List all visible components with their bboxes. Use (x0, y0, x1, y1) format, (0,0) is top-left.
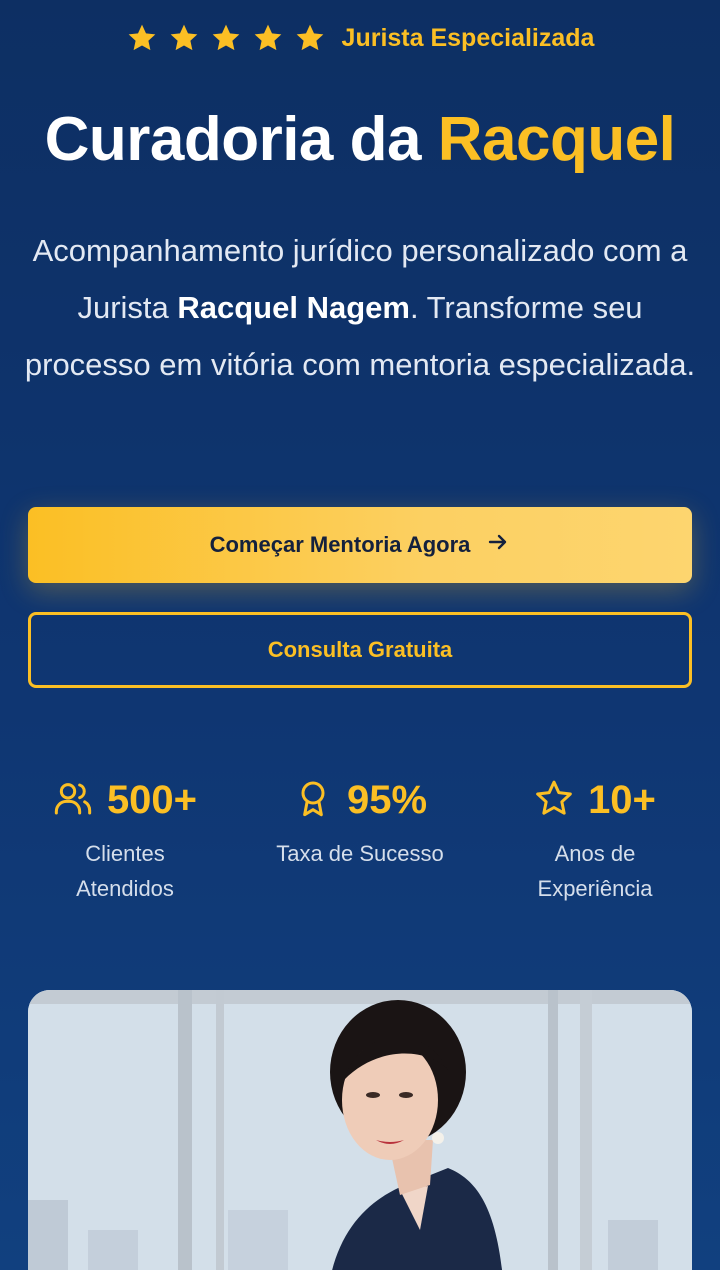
arrow-right-icon (486, 530, 510, 560)
star-icon (294, 22, 326, 54)
title-highlight: Racquel (437, 105, 676, 174)
free-consultation-label: Consulta Gratuita (267, 637, 453, 662)
stat-value: 10+ (588, 777, 656, 822)
star-outline-icon (534, 778, 574, 823)
stat-label: Anos de Experiência (537, 841, 653, 901)
stat-label: Clientes Atendidos (76, 841, 174, 901)
stat-clients: 500+ Clientes Atendidos (5, 772, 245, 906)
title-main: Curadoria da (44, 105, 438, 174)
start-mentoring-button[interactable]: Começar Mentoria Agora (28, 507, 692, 583)
profile-photo (28, 990, 692, 1270)
rating-stars (126, 22, 326, 54)
stat-value: 500+ (106, 777, 198, 822)
office-photo-illustration (28, 990, 692, 1270)
stat-success: 95% Taxa de Sucesso (240, 772, 480, 871)
star-icon (168, 22, 200, 54)
hero-subtitle: Acompanhamento jurídico personalizado co… (20, 222, 700, 393)
rating-label: Jurista Especializada (341, 23, 595, 52)
star-icon (252, 22, 284, 54)
page-title: Curadoria da Racquel (0, 104, 720, 175)
start-mentoring-label: Começar Mentoria Agora (209, 532, 471, 557)
star-icon (210, 22, 242, 54)
stat-label: Taxa de Sucesso (276, 841, 444, 866)
subtitle-name: Racquel Nagem (177, 290, 410, 325)
stat-value: 95% (346, 777, 428, 822)
free-consultation-button[interactable]: Consulta Gratuita (28, 612, 692, 688)
rating-badge: Jurista Especializada (0, 22, 720, 54)
award-icon (293, 778, 333, 823)
stat-experience: 10+ Anos de Experiência (475, 772, 715, 906)
star-icon (126, 22, 158, 54)
users-icon (53, 778, 93, 823)
